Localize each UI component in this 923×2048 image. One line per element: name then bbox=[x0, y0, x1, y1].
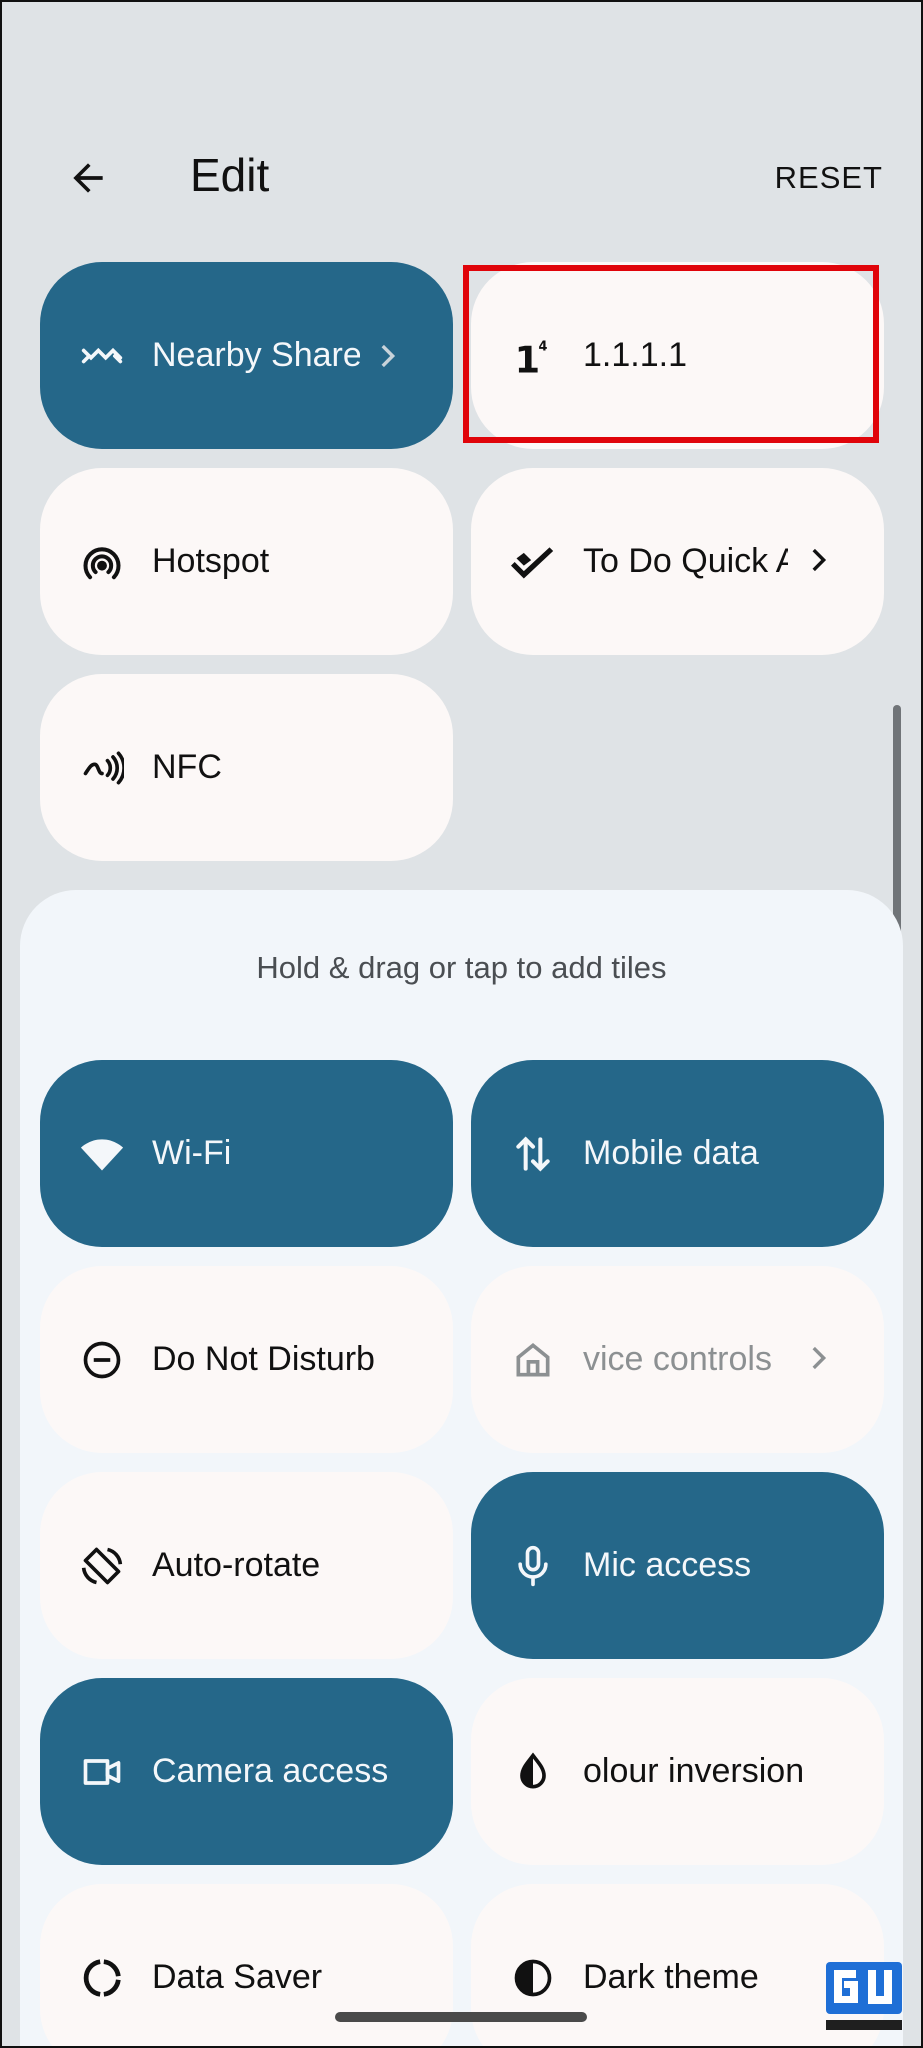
reset-button[interactable]: RESET bbox=[775, 160, 883, 196]
tile-mic-access[interactable]: Mic access bbox=[471, 1472, 884, 1659]
chevron-right-icon bbox=[365, 334, 409, 378]
svg-text:1: 1 bbox=[515, 338, 541, 378]
home-icon bbox=[511, 1338, 555, 1382]
one-one-one-one-icon: 14 bbox=[511, 334, 555, 378]
colour-inversion-icon bbox=[511, 1750, 555, 1794]
tile-label: Dark theme bbox=[583, 1958, 759, 1996]
mobile-data-icon bbox=[511, 1132, 555, 1176]
tile-label: NFC bbox=[152, 748, 222, 786]
tile-label: Wi-Fi bbox=[152, 1134, 232, 1172]
hotspot-icon bbox=[80, 540, 124, 584]
tile-do-not-disturb[interactable]: Do Not Disturb bbox=[40, 1266, 453, 1453]
tile-label: To Do Quick Add bbox=[583, 542, 788, 580]
tile-label: Mobile data bbox=[583, 1134, 759, 1172]
tile-todo-quick-add[interactable]: To Do Quick Add bbox=[471, 468, 884, 655]
back-button[interactable] bbox=[60, 150, 116, 206]
wifi-icon bbox=[80, 1132, 124, 1176]
data-saver-icon bbox=[80, 1956, 124, 2000]
nearby-share-icon bbox=[80, 334, 124, 378]
tile-nearby-share[interactable]: Nearby Share bbox=[40, 262, 453, 449]
tile-label: Auto-rotate bbox=[152, 1546, 321, 1584]
tile-label: Camera access bbox=[152, 1752, 389, 1790]
tile-colour-inversion[interactable]: olour inversion bbox=[471, 1678, 884, 1865]
arrow-back-icon bbox=[73, 163, 103, 193]
tile-label: olour inversion bbox=[583, 1752, 805, 1790]
gadgets-to-use-logo-icon bbox=[826, 1962, 902, 2030]
chevron-right-icon bbox=[796, 538, 840, 582]
tile-label: Nearby Share bbox=[152, 336, 360, 374]
tile-auto-rotate[interactable]: Auto-rotate bbox=[40, 1472, 453, 1659]
do-not-disturb-icon bbox=[80, 1338, 124, 1382]
tile-hotspot[interactable]: Hotspot bbox=[40, 468, 453, 655]
top-app-bar: Edit RESET bbox=[0, 120, 923, 230]
tile-label: Hotspot bbox=[152, 542, 270, 580]
page-title: Edit bbox=[190, 149, 270, 201]
tile-label: Data Saver bbox=[152, 1958, 323, 1996]
tile-label: 1.1.1.1 bbox=[583, 336, 687, 374]
nfc-icon bbox=[80, 746, 124, 790]
dark-theme-icon bbox=[511, 1956, 555, 2000]
todo-check-icon bbox=[511, 540, 555, 584]
camera-icon bbox=[80, 1750, 124, 1794]
chevron-right-icon bbox=[796, 1336, 840, 1380]
microphone-icon bbox=[511, 1544, 555, 1588]
tile-data-saver[interactable]: Data Saver bbox=[40, 1884, 453, 2048]
auto-rotate-icon bbox=[80, 1544, 124, 1588]
tile-nfc[interactable]: NFC bbox=[40, 674, 453, 861]
tile-camera-access[interactable]: Camera access bbox=[40, 1678, 453, 1865]
tile-label: vice controls bbox=[583, 1340, 772, 1378]
home-indicator[interactable] bbox=[335, 2012, 587, 2022]
tile-mobile-data[interactable]: Mobile data bbox=[471, 1060, 884, 1247]
tile-1111[interactable]: 14 1.1.1.1 bbox=[471, 262, 884, 449]
tile-label: Mic access bbox=[583, 1546, 752, 1584]
tile-wifi[interactable]: Wi-Fi bbox=[40, 1060, 453, 1247]
add-tiles-hint: Hold & drag or tap to add tiles bbox=[256, 950, 667, 985]
svg-text:4: 4 bbox=[539, 339, 548, 354]
tile-label: Do Not Disturb bbox=[152, 1340, 375, 1378]
tile-device-controls[interactable]: vice controls bbox=[471, 1266, 884, 1453]
